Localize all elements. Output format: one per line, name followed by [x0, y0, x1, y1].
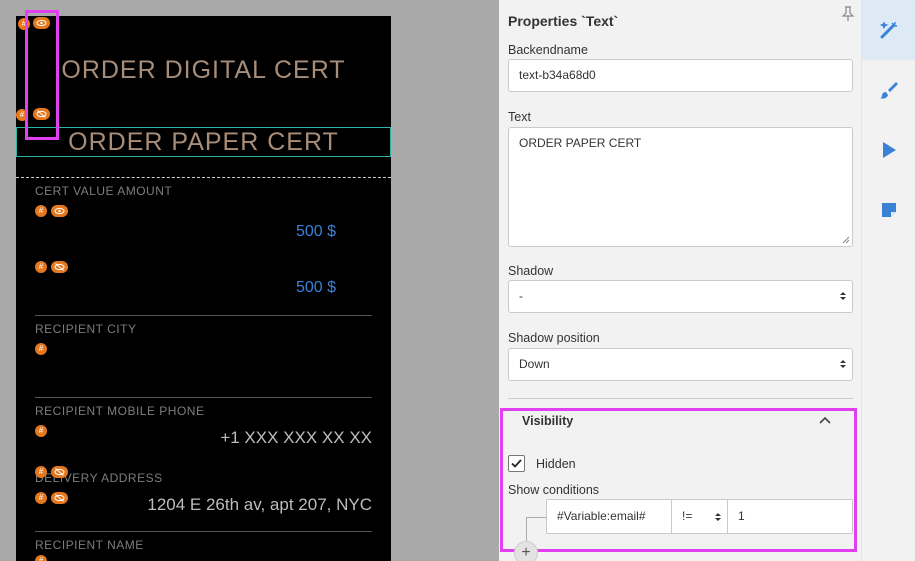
recipient-mobile-phone-label: RECIPIENT MOBILE PHONE: [35, 404, 205, 418]
show-conditions-label: Show conditions: [508, 483, 600, 497]
dashed-divider: [16, 177, 391, 178]
magic-wand-icon: [879, 21, 897, 39]
actions-tool-button[interactable]: [862, 120, 915, 180]
hidden-eye-icon[interactable]: [51, 261, 68, 273]
condition-row: #Variable:email# != 1: [546, 499, 853, 534]
order-paper-cert-title[interactable]: ORDER PAPER CERT: [16, 127, 391, 157]
recipient-name-label: RECIPIENT NAME: [35, 538, 144, 552]
shadow-select-value: -: [519, 289, 523, 303]
visibility-section-title[interactable]: Visibility: [522, 414, 573, 428]
variable-hash-icon[interactable]: #: [35, 492, 47, 504]
variable-hash-icon[interactable]: #: [35, 205, 47, 217]
select-caret-icon: [840, 292, 846, 300]
variable-hash-icon[interactable]: #: [35, 425, 47, 437]
recipient-phone-value[interactable]: +1 XXX XXX XX XX: [172, 428, 372, 448]
field-separator: [35, 397, 372, 398]
delivery-address-value[interactable]: 1204 E 26th av, apt 207, NYC: [112, 495, 372, 515]
properties-tool-button[interactable]: [862, 0, 915, 60]
hidden-eye-icon[interactable]: [51, 492, 68, 504]
text-label: Text: [508, 110, 531, 124]
select-caret-icon: [840, 360, 846, 368]
condition-operator-value: !=: [682, 509, 693, 523]
cert-value-amount-label: CERT VALUE AMOUNT: [35, 184, 173, 198]
shadow-position-select[interactable]: Down: [508, 348, 853, 381]
tool-strip: [861, 0, 915, 561]
design-canvas[interactable]: ORDER DIGITAL CERT ORDER PAPER CERT CERT…: [16, 16, 391, 561]
section-divider: [508, 398, 853, 399]
field-separator: [35, 315, 372, 316]
shadow-position-label: Shadow position: [508, 331, 600, 345]
variable-hash-icon[interactable]: #: [35, 466, 47, 478]
variable-hash-icon[interactable]: #: [35, 343, 47, 355]
brush-icon: [880, 82, 898, 99]
shadow-label: Shadow: [508, 264, 554, 278]
backendname-label: Backendname: [508, 43, 588, 57]
checkmark-icon: [511, 459, 522, 468]
hidden-label: Hidden: [536, 457, 576, 471]
recipient-city-label: RECIPIENT CITY: [35, 322, 137, 336]
hidden-eye-icon[interactable]: [51, 466, 68, 478]
select-caret-icon: [715, 513, 721, 521]
add-condition-button[interactable]: +: [514, 541, 538, 561]
play-icon: [883, 142, 896, 158]
visible-eye-icon[interactable]: [51, 205, 68, 217]
note-icon: [882, 203, 896, 217]
text-textarea-value: ORDER PAPER CERT: [519, 136, 642, 150]
style-tool-button[interactable]: [862, 60, 915, 120]
highlight-annotation: [25, 10, 59, 140]
pin-icon[interactable]: [841, 6, 855, 27]
condition-operator-select[interactable]: !=: [672, 500, 728, 533]
variable-hash-icon[interactable]: #: [35, 555, 47, 561]
hidden-checkbox[interactable]: [508, 455, 525, 472]
text-textarea[interactable]: ORDER PAPER CERT: [508, 127, 853, 247]
condition-value-input[interactable]: 1: [728, 500, 852, 533]
backendname-input[interactable]: text-b34a68d0: [508, 59, 853, 92]
order-digital-cert-title[interactable]: ORDER DIGITAL CERT: [16, 56, 391, 85]
resize-handle-icon[interactable]: [842, 236, 850, 244]
condition-variable-input[interactable]: #Variable:email#: [547, 500, 672, 533]
cert-value-2[interactable]: 500 $: [186, 279, 336, 297]
field-separator: [35, 531, 372, 532]
notes-tool-button[interactable]: [862, 180, 915, 240]
properties-panel: Properties `Text` Backendname text-b34a6…: [499, 0, 861, 561]
cert-value-1[interactable]: 500 $: [186, 223, 336, 241]
variable-hash-icon[interactable]: #: [35, 261, 47, 273]
chevron-up-icon[interactable]: [818, 414, 832, 433]
shadow-select[interactable]: -: [508, 280, 853, 313]
panel-title: Properties `Text`: [508, 13, 619, 29]
shadow-position-select-value: Down: [519, 357, 550, 371]
